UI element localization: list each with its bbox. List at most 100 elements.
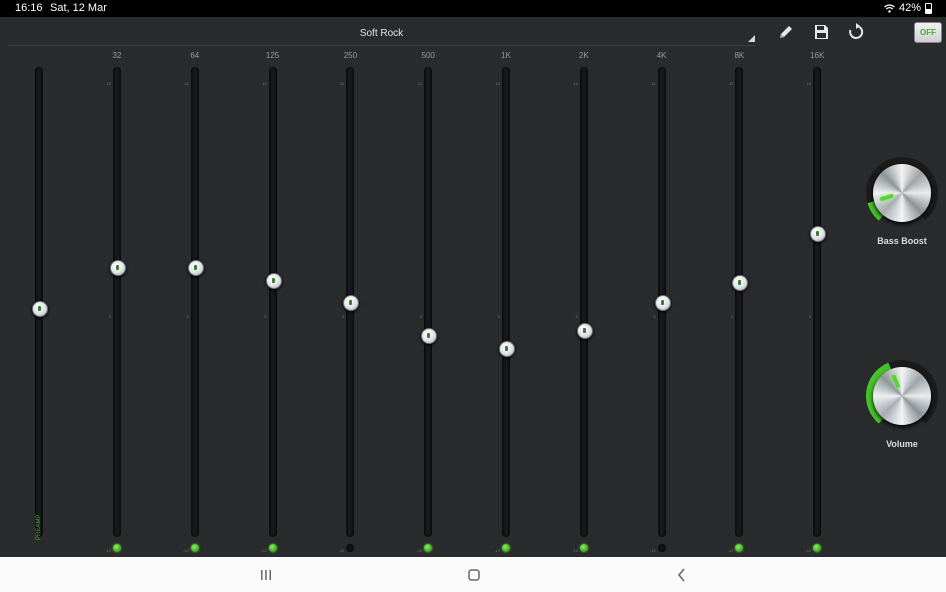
band-led-indicator[interactable] xyxy=(579,544,588,552)
band-frequency-label: 500 xyxy=(421,51,435,60)
scale-tick-label: 12 xyxy=(417,81,423,86)
scale-tick-label: 12 xyxy=(339,81,345,86)
band-knob[interactable] xyxy=(810,226,827,243)
scale-tick-label: -12 xyxy=(494,548,500,553)
edit-icon[interactable] xyxy=(777,23,795,41)
scale-tick-label: 0 xyxy=(186,314,189,319)
eq-band-slider[interactable]: 64 12 0 -12 xyxy=(175,51,215,557)
band-track[interactable] xyxy=(190,67,199,537)
dropdown-arrow-icon xyxy=(748,35,755,42)
bass-boost-label: Bass Boost xyxy=(877,236,927,246)
reset-icon[interactable] xyxy=(847,23,865,41)
band-knob[interactable] xyxy=(343,295,360,311)
band-knob[interactable] xyxy=(265,272,282,289)
band-frequency-label: 32 xyxy=(112,51,122,60)
band-knob[interactable] xyxy=(421,328,438,345)
scale-tick-label: -12 xyxy=(805,548,812,553)
band-knob[interactable] xyxy=(499,341,515,358)
equalizer-app: Soft Rock OFF PREAMP 32 12 0 -12 64 12 0 -12 125… xyxy=(0,17,946,557)
band-frequency-label: 125 xyxy=(265,51,280,60)
volume-knob[interactable] xyxy=(873,367,931,425)
band-led-indicator[interactable] xyxy=(424,544,433,552)
eq-band-slider[interactable]: 4K 12 0 -12 xyxy=(642,51,682,557)
scale-tick-label: -12 xyxy=(105,548,111,553)
wifi-icon xyxy=(884,3,895,13)
scale-tick-label: 12 xyxy=(806,81,812,86)
scale-tick-label: -12 xyxy=(416,548,423,553)
band-knob[interactable] xyxy=(732,274,749,291)
preset-name: Soft Rock xyxy=(359,28,404,39)
scale-tick-label: 12 xyxy=(728,81,734,86)
band-track[interactable] xyxy=(579,67,588,537)
eq-band-slider[interactable]: 500 12 0 -12 xyxy=(408,51,448,557)
recent-apps-icon[interactable] xyxy=(254,567,278,583)
save-icon[interactable] xyxy=(812,23,830,41)
band-led-indicator[interactable] xyxy=(268,544,277,552)
eq-band-slider[interactable]: 250 12 0 -12 xyxy=(330,51,370,557)
band-frequency-label: 8K xyxy=(734,51,745,60)
home-icon[interactable] xyxy=(462,567,486,583)
scale-tick-label: -12 xyxy=(727,548,734,553)
band-knob[interactable] xyxy=(576,322,593,339)
scale-tick-label: 12 xyxy=(495,81,500,86)
scale-tick-label: 0 xyxy=(108,314,111,319)
scale-tick-label: -12 xyxy=(338,548,345,553)
eq-band-slider[interactable]: 16K 12 0 -12 xyxy=(797,51,837,557)
scale-tick-label: -12 xyxy=(572,548,578,553)
scale-tick-label: 12 xyxy=(262,81,267,86)
scale-tick-label: 12 xyxy=(106,81,111,86)
band-led-indicator[interactable] xyxy=(813,544,822,552)
band-frequency-label: 2K xyxy=(578,51,589,60)
power-toggle-button[interactable]: OFF xyxy=(914,22,942,43)
band-led-indicator[interactable] xyxy=(502,544,510,552)
eq-band-slider[interactable]: 2K 12 0 -12 xyxy=(564,51,604,557)
scale-tick-label: 0 xyxy=(575,314,578,319)
status-date: Sat, 12 Mar xyxy=(50,2,107,14)
band-track[interactable] xyxy=(502,67,510,537)
bass-boost-knob[interactable] xyxy=(873,164,931,222)
battery-percent: 42% xyxy=(898,2,921,14)
status-time: 16:16 xyxy=(15,2,43,14)
scale-tick-label: 0 xyxy=(808,314,812,319)
scale-tick-label: 0 xyxy=(264,314,267,319)
band-frequency-label: 1K xyxy=(501,51,511,60)
band-track[interactable] xyxy=(735,67,744,537)
bass-boost-pointer xyxy=(879,193,894,202)
scale-tick-label: 12 xyxy=(184,81,189,86)
band-track[interactable] xyxy=(424,67,433,537)
eq-band-slider[interactable]: 8K 12 0 -12 xyxy=(719,51,759,557)
eq-band-slider[interactable]: 32 12 0 -12 xyxy=(97,51,137,557)
band-led-indicator[interactable] xyxy=(190,544,199,552)
scale-tick-label: -12 xyxy=(649,548,656,553)
preset-selector[interactable]: Soft Rock xyxy=(8,20,755,46)
band-knob[interactable] xyxy=(654,295,671,311)
eq-band-slider[interactable]: 1K 12 0 -12 xyxy=(486,51,526,557)
band-knob[interactable] xyxy=(110,259,126,276)
band-track[interactable] xyxy=(268,67,277,537)
status-bar: 16:16 Sat, 12 Mar 42% xyxy=(0,0,946,17)
battery-icon xyxy=(925,2,932,14)
scale-tick-label: 0 xyxy=(419,314,423,319)
preamp-knob[interactable] xyxy=(32,300,48,317)
band-frequency-label: 250 xyxy=(343,51,358,60)
volume-pointer xyxy=(891,373,901,389)
eq-band-slider[interactable]: 125 12 0 -12 xyxy=(253,51,293,557)
band-knob[interactable] xyxy=(187,259,204,276)
preamp-label: PREAMP xyxy=(36,514,42,540)
back-icon[interactable] xyxy=(670,567,694,583)
scale-tick-label: 0 xyxy=(342,314,345,319)
scale-tick-label: 0 xyxy=(497,314,500,319)
band-track[interactable] xyxy=(113,67,121,537)
band-led-indicator[interactable] xyxy=(657,544,666,552)
status-right: 42% xyxy=(884,2,932,14)
band-led-indicator[interactable] xyxy=(735,544,744,552)
band-track[interactable] xyxy=(813,67,822,537)
volume-label: Volume xyxy=(886,439,918,449)
scale-tick-label: 0 xyxy=(653,314,656,319)
band-frequency-label: 64 xyxy=(190,51,200,60)
preamp-slider[interactable] xyxy=(19,67,59,557)
band-led-indicator[interactable] xyxy=(113,544,121,552)
scale-tick-label: -12 xyxy=(183,548,189,553)
scale-tick-label: 0 xyxy=(731,314,734,319)
band-led-indicator[interactable] xyxy=(346,544,355,552)
